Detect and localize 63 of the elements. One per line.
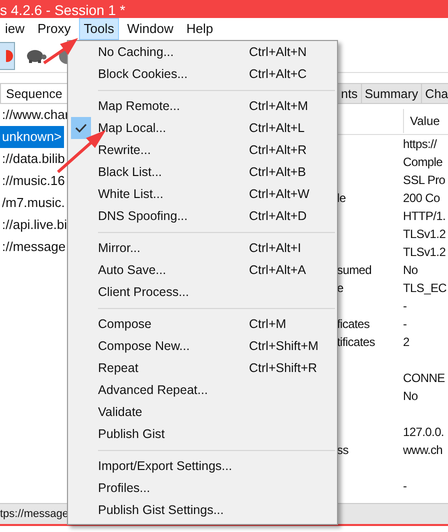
- menu-item[interactable]: Validate: [68, 401, 337, 423]
- property-name: ficates: [337, 316, 371, 333]
- property-name: tificates: [337, 334, 376, 351]
- menu-item[interactable]: Mirror... Ctrl+Alt+I: [68, 237, 337, 259]
- menu-item[interactable]: Rewrite... Ctrl+Alt+R: [68, 139, 337, 161]
- property-value: TLSv1.2: [403, 244, 447, 261]
- list-item[interactable]: unknown>: [0, 126, 64, 148]
- property-value: HTTP/1.: [403, 208, 447, 225]
- property-value: 127.0.0.: [403, 424, 445, 441]
- property-value: -: [403, 298, 408, 315]
- tab[interactable]: Summary: [360, 83, 422, 103]
- record-button[interactable]: [0, 42, 15, 70]
- menu-item[interactable]: Profiles...: [68, 477, 337, 499]
- property-value: -: [403, 316, 408, 333]
- tab[interactable]: Cha: [421, 83, 448, 103]
- tab[interactable]: Sequence: [0, 83, 68, 103]
- menu-title[interactable]: Help: [181, 18, 218, 40]
- window-title: s 4.2.6 - Session 1 *: [0, 0, 448, 18]
- property-value: TLS_EC: [403, 280, 448, 297]
- property-value: 2: [403, 334, 410, 351]
- property-value: No: [403, 262, 419, 279]
- property-value: TLSv1.2: [403, 226, 447, 243]
- property-value: 200 Co: [403, 190, 441, 207]
- menu-item[interactable]: Publish Gist: [68, 423, 337, 445]
- column-header: Value: [403, 109, 448, 133]
- menu-title[interactable]: Proxy: [32, 18, 76, 40]
- turtle-icon[interactable]: [25, 48, 47, 64]
- list-item[interactable]: ://message: [0, 236, 64, 258]
- list-item[interactable]: /m7.music.: [0, 192, 64, 214]
- property-name: sumed: [337, 262, 373, 279]
- list-item[interactable]: ://music.16: [0, 170, 64, 192]
- property-value: SSL Pro: [403, 172, 446, 189]
- menu-item[interactable]: Black List... Ctrl+Alt+B: [68, 161, 337, 183]
- tab[interactable]: nts: [337, 83, 362, 103]
- property-value: www.ch: [403, 442, 444, 459]
- property-value: Comple: [403, 154, 444, 171]
- property-value: No: [403, 388, 419, 405]
- menu-item[interactable]: Repeat Ctrl+Shift+R: [68, 357, 337, 379]
- menu-title[interactable]: Window: [122, 18, 178, 40]
- menu-item[interactable]: DNS Spoofing... Ctrl+Alt+D: [68, 205, 337, 227]
- record-icon: [6, 49, 14, 63]
- property-name: ss: [337, 442, 350, 459]
- menu-item[interactable]: No Caching... Ctrl+Alt+N: [68, 41, 337, 63]
- property-value: CONNE: [403, 370, 446, 387]
- arrow-annotation: [43, 38, 78, 64]
- menu-item[interactable]: Auto Save... Ctrl+Alt+A: [68, 259, 337, 281]
- menu-item[interactable]: Advanced Repeat...: [68, 379, 337, 401]
- menu-item[interactable]: Map Local... Ctrl+Alt+L: [68, 117, 337, 139]
- property-value: https://: [403, 136, 438, 153]
- check-icon: [75, 123, 87, 133]
- menu-item[interactable]: Client Process...: [68, 281, 337, 303]
- list-item[interactable]: ://data.bilib: [0, 148, 64, 170]
- menu-item[interactable]: Compose Ctrl+M: [68, 313, 337, 335]
- menu-item[interactable]: Map Remote... Ctrl+Alt+M: [68, 95, 337, 117]
- property-name: le: [337, 190, 347, 207]
- property-value: -: [403, 478, 408, 495]
- menu-item[interactable]: Import/Export Settings...: [68, 455, 337, 477]
- menu-item[interactable]: Compose New... Ctrl+Shift+M: [68, 335, 337, 357]
- menu-title[interactable]: iew: [0, 18, 30, 40]
- menu-item[interactable]: Block Cookies... Ctrl+Alt+C: [68, 63, 337, 85]
- menu-title[interactable]: Tools: [78, 18, 120, 40]
- list-item[interactable]: ://api.live.bi: [0, 214, 64, 236]
- menu-item[interactable]: White List... Ctrl+Alt+W: [68, 183, 337, 205]
